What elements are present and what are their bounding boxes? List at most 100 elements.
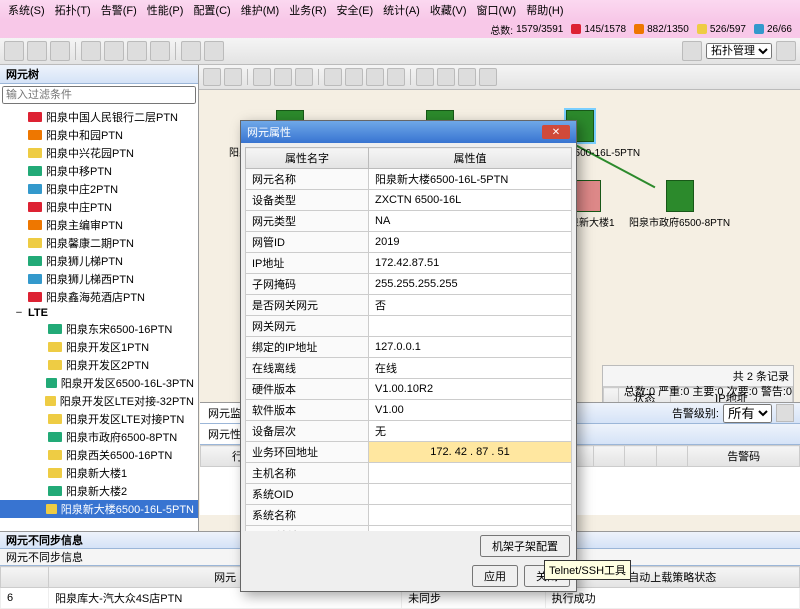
toolbar-icon[interactable] [181, 41, 201, 61]
toolbar-icon[interactable] [416, 68, 434, 86]
toolbar-icon[interactable] [27, 41, 47, 61]
tree-item[interactable]: 阳泉中国人民银行二层PTN [0, 108, 198, 126]
tree-item[interactable]: 阳泉主编审PTN [0, 216, 198, 234]
tree-item[interactable]: 阳泉中移PTN [0, 162, 198, 180]
tree-item[interactable]: 阳泉东宋6500-16PTN [0, 320, 198, 338]
tree-item[interactable]: 阳泉中庄PTN [0, 198, 198, 216]
property-row[interactable]: 业务环回地址172. 42 . 87 . 51 [246, 442, 572, 463]
tree-item[interactable]: 阳泉新大楼1 [0, 464, 198, 482]
alarm-summary: 总数:0 严重:0 主要:0 次要:0 警告:0 [624, 383, 792, 399]
toolbar-icon[interactable] [224, 68, 242, 86]
menu-item[interactable]: 维护(M) [237, 2, 284, 18]
menu-item[interactable]: 拓扑(T) [51, 2, 95, 18]
property-row[interactable]: 在线离线在线 [246, 358, 572, 379]
property-row[interactable]: IP地址172.42.87.51 [246, 253, 572, 274]
property-row[interactable]: 主机名称 [246, 463, 572, 484]
toolbar-icon[interactable] [345, 68, 363, 86]
tree-item[interactable]: 阳泉狮儿梯西PTN [0, 270, 198, 288]
minor-dot [697, 24, 707, 34]
property-row[interactable]: 设备类型ZXCTN 6500-16L [246, 190, 572, 211]
toolbar-icon[interactable] [81, 41, 101, 61]
tree-filter-input[interactable] [2, 86, 196, 104]
toolbar-icon[interactable] [458, 68, 476, 86]
toolbar-icon[interactable] [437, 68, 455, 86]
toolbar-icon[interactable] [324, 68, 342, 86]
toolbar-icon[interactable] [387, 68, 405, 86]
apply-button[interactable]: 应用 [472, 565, 518, 587]
minor-count: 526/597 [710, 24, 746, 35]
tree-item[interactable]: 阳泉中兴花园PTN [0, 144, 198, 162]
tree-item[interactable]: 阳泉鑫海苑酒店PTN [0, 288, 198, 306]
menu-item[interactable]: 收藏(V) [426, 2, 471, 18]
toolbar-icon[interactable] [150, 41, 170, 61]
menu-item[interactable]: 帮助(H) [522, 2, 567, 18]
property-row[interactable]: 网管ID2019 [246, 232, 572, 253]
tree-item[interactable]: 阳泉开发区LTE对接PTN [0, 410, 198, 428]
dialog-titlebar[interactable]: 网元属性 ✕ [241, 121, 576, 143]
menu-item[interactable]: 安全(E) [333, 2, 378, 18]
property-row[interactable]: 软件版本V1.00 [246, 400, 572, 421]
tree-item[interactable]: 阳泉狮儿梯PTN [0, 252, 198, 270]
property-row[interactable]: 设备层次无 [246, 421, 572, 442]
tree-item[interactable]: 阳泉新大楼6500-16L-5PTN [0, 500, 198, 518]
view-select[interactable]: 拓扑管理 [706, 43, 772, 59]
alarm-level-label: 告警级别: [672, 405, 719, 421]
property-row[interactable]: 硬件版本V1.00.10R2 [246, 379, 572, 400]
tree-item[interactable]: 阳泉开发区LTE对接-32PTN [0, 392, 198, 410]
tooltip: Telnet/SSH工具 [544, 560, 631, 580]
toolbar-icon[interactable] [479, 68, 497, 86]
toolbar-icon[interactable] [104, 41, 124, 61]
tree-item[interactable]: 阳泉新大楼2 [0, 482, 198, 500]
property-row[interactable]: 子网掩码255.255.255.255 [246, 274, 572, 295]
property-row[interactable]: 系统OID [246, 484, 572, 505]
close-icon[interactable]: ✕ [542, 125, 570, 139]
topo-node[interactable]: 阳泉市政府6500-8PTN [629, 180, 730, 229]
major-count: 882/1350 [647, 24, 689, 35]
zoom-icon[interactable] [274, 68, 292, 86]
alarm-status-strip: 总数:1579/3591 145/1578 882/1350 526/597 2… [0, 20, 800, 38]
menu-item[interactable]: 配置(C) [189, 2, 234, 18]
menu-item[interactable]: 性能(P) [143, 2, 188, 18]
tree-item[interactable]: 阳泉开发区1PTN [0, 338, 198, 356]
tree-item[interactable]: 阳泉市政府6500-8PTN [0, 428, 198, 446]
dialog-title: 网元属性 [247, 124, 291, 140]
menu-item[interactable]: 业务(R) [285, 2, 330, 18]
menu-item[interactable]: 窗口(W) [473, 2, 521, 18]
warn-dot [754, 24, 764, 34]
property-row[interactable]: 是否网关网元否 [246, 295, 572, 316]
property-row[interactable]: 网元名称阳泉新大楼6500-16L-5PTN [246, 169, 572, 190]
property-row[interactable]: 绑定的IP地址127.0.0.1 [246, 337, 572, 358]
toolbar-icon[interactable] [50, 41, 70, 61]
menubar: 系统(S) 拓扑(T) 告警(F) 性能(P) 配置(C) 维护(M) 业务(R… [0, 0, 800, 20]
ne-tree[interactable]: 阳泉中国人民银行二层PTN阳泉中和园PTN阳泉中兴花园PTN阳泉中移PTN阳泉中… [0, 106, 198, 583]
property-row[interactable]: 网关网元 [246, 316, 572, 337]
alarm-level-select[interactable]: 所有 [723, 404, 772, 423]
menu-item[interactable]: 统计(A) [379, 2, 424, 18]
tree-item[interactable]: 阳泉开发区2PTN [0, 356, 198, 374]
toolbar-icon[interactable] [4, 41, 24, 61]
critical-dot [571, 24, 581, 34]
zoom-icon[interactable] [295, 68, 313, 86]
tree-item[interactable]: 阳泉中庄2PTN [0, 180, 198, 198]
property-row[interactable]: 网元类型NA [246, 211, 572, 232]
toolbar-icon[interactable] [776, 41, 796, 61]
tree-item[interactable]: 阳泉馨康二期PTN [0, 234, 198, 252]
total-label: 总数: [490, 22, 513, 37]
rack-config-button[interactable]: 机架子架配置 [480, 535, 570, 557]
toolbar-icon[interactable] [204, 41, 224, 61]
ne-properties-dialog: 网元属性 ✕ 属性名字属性值 网元名称阳泉新大楼6500-16L-5PTN设备类… [240, 120, 577, 592]
toolbar-icon[interactable] [203, 68, 221, 86]
toolbar-icon[interactable] [127, 41, 147, 61]
tree-item[interactable]: 阳泉西关6500-16PTN [0, 446, 198, 464]
menu-item[interactable]: 系统(S) [4, 2, 49, 18]
ne-tree-tab[interactable]: 网元树 [0, 65, 198, 84]
menu-item[interactable]: 告警(F) [97, 2, 141, 18]
zoom-icon[interactable] [253, 68, 271, 86]
toolbar-icon[interactable] [776, 404, 794, 422]
toolbar-icon[interactable] [682, 41, 702, 61]
tree-item[interactable]: 阳泉开发区6500-16L-3PTN [0, 374, 198, 392]
tree-group-lte[interactable]: −LTE [0, 306, 198, 320]
property-row[interactable]: 系统名称 [246, 505, 572, 526]
toolbar-icon[interactable] [366, 68, 384, 86]
tree-item[interactable]: 阳泉中和园PTN [0, 126, 198, 144]
